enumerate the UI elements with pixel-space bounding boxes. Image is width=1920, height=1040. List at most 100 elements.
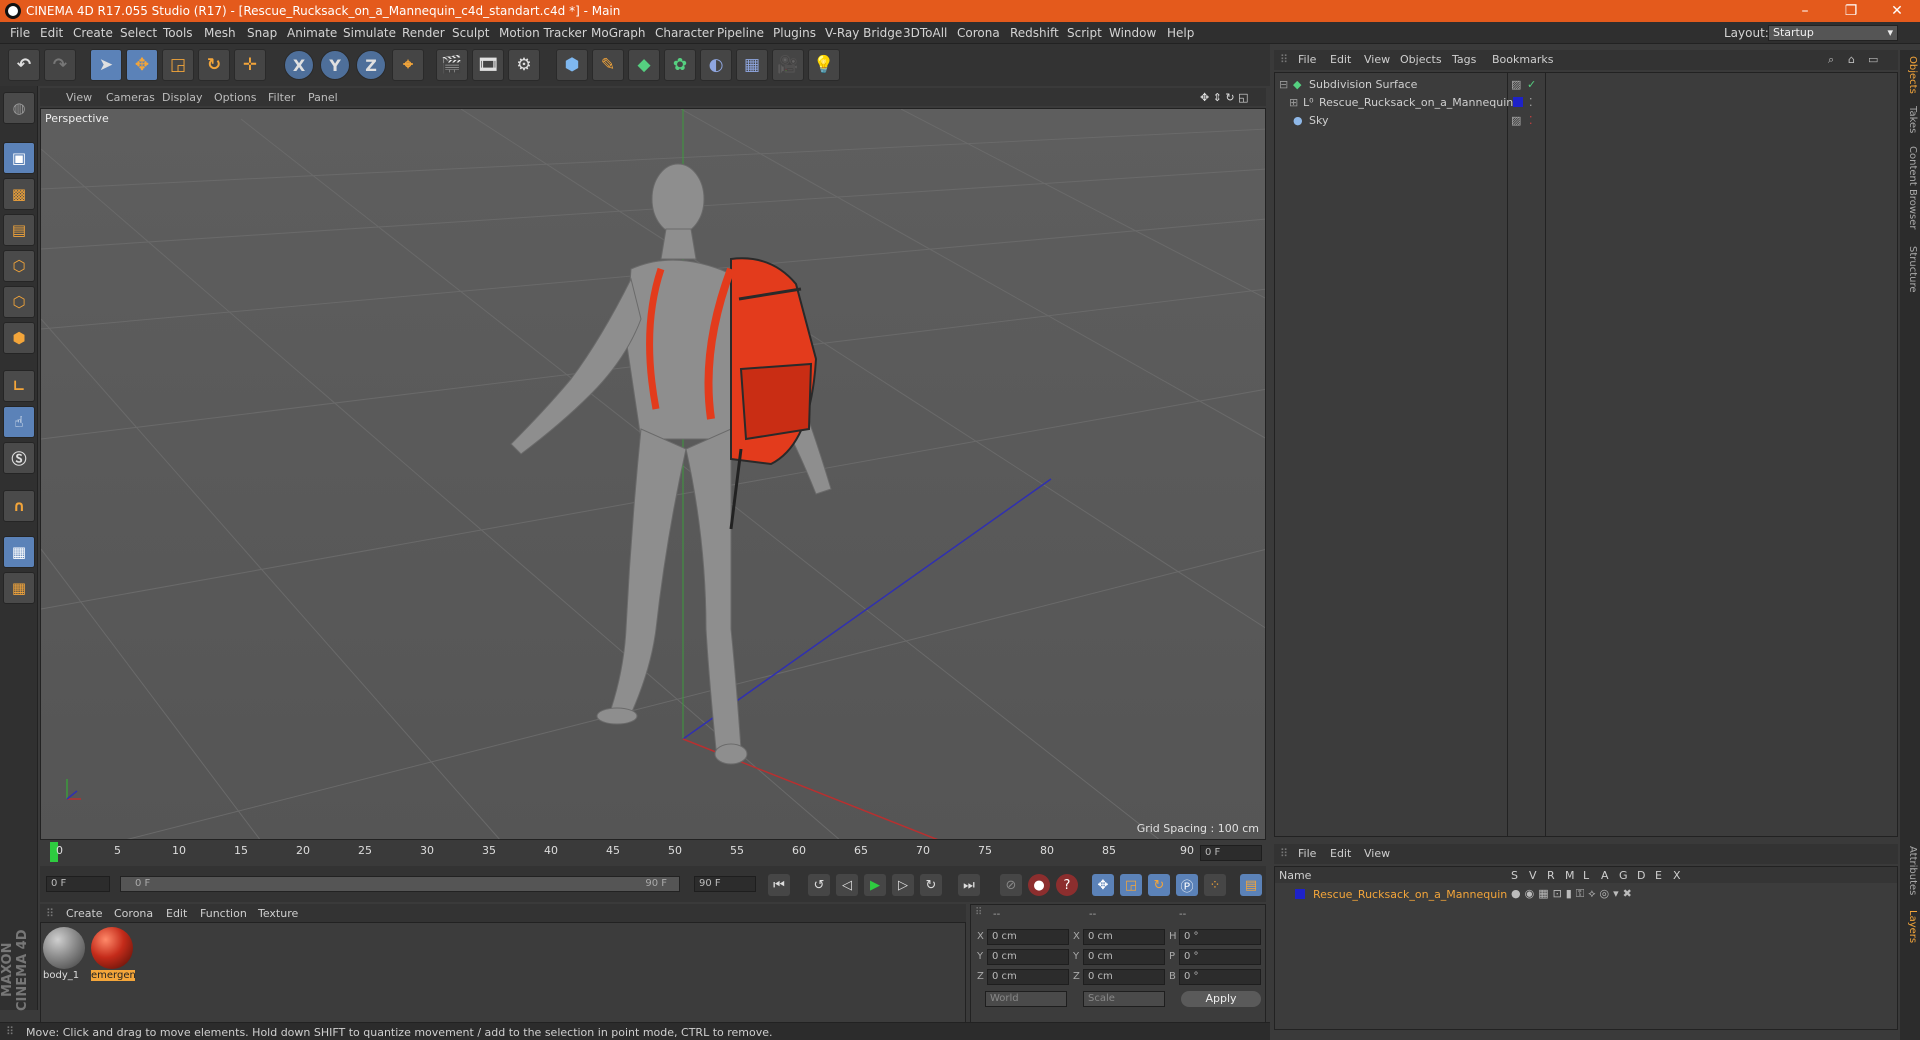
undo-button[interactable]: ↶ [8,49,40,81]
size-z-field[interactable]: 0 cm [1083,969,1165,985]
next-frame-icon[interactable]: ▷ [892,874,914,896]
tab-structure[interactable]: Structure [1902,246,1918,293]
layer-row[interactable]: Rescue_Rucksack_on_a_Mannequin ●◉▦⊡▮⚿⟡◎▾… [1275,885,1897,903]
tab-content-browser[interactable]: Content Browser [1902,146,1918,229]
menu-window[interactable]: Window [1109,26,1156,40]
menu-motion-tracker[interactable]: Motion Tracker [499,26,587,40]
rotation-b-field[interactable]: 0 ° [1179,969,1261,985]
layer-menu-edit[interactable]: Edit [1330,847,1351,860]
go-to-start-icon[interactable]: ⏮ [768,874,790,896]
menu-help[interactable]: Help [1167,26,1194,40]
key-rotation-icon[interactable]: ↻ [1148,874,1170,896]
layer-menu-file[interactable]: File [1298,847,1316,860]
menu-render[interactable]: Render [402,26,445,40]
menu-select[interactable]: Select [120,26,157,40]
key-position-icon[interactable]: ✥ [1092,874,1114,896]
search-icon[interactable]: ⌕ [1828,53,1834,67]
visibility-dots-icon[interactable]: ⁚ [1529,96,1533,109]
layer-col-xref[interactable]: X [1673,869,1681,882]
viewport-menu-options[interactable]: Options [214,91,256,104]
menu-redshift[interactable]: Redshift [1010,26,1059,40]
position-x-field[interactable]: 0 cm [987,929,1069,945]
viewport-menu-panel[interactable]: Panel [308,91,338,104]
position-z-field[interactable]: 0 cm [987,969,1069,985]
menu-tools[interactable]: Tools [163,26,193,40]
camera-button[interactable]: 🎥 [772,49,804,81]
menu-sculpt[interactable]: Sculpt [452,26,489,40]
redo-button[interactable]: ↷ [44,49,76,81]
floor-button[interactable]: ▦ [736,49,768,81]
mat-menu-edit[interactable]: Edit [166,907,187,920]
rotate-tool-button[interactable]: ↻ [198,49,230,81]
menu-create[interactable]: Create [73,26,113,40]
material-swatch[interactable]: emergen [91,927,135,983]
lock-workplane-icon[interactable]: ▦ [3,536,35,568]
deformer-button[interactable]: ◐ [700,49,732,81]
layer-col-animation[interactable]: A [1601,869,1609,882]
visibility-dots-icon[interactable]: ⁚ [1529,114,1533,127]
enabled-check-icon[interactable]: ✓ [1527,78,1536,91]
recent-tools-button[interactable]: ✛ [234,49,266,81]
polygons-mode-icon[interactable]: ⬢ [3,322,35,354]
snap-icon[interactable]: Ⓢ [3,442,35,474]
coordinate-system-button[interactable]: ⌖ [392,49,424,81]
menu-snap[interactable]: Snap [247,26,277,40]
viewport-navigation-icons[interactable]: ✥ ⇕ ↻ ◱ [1200,91,1249,104]
render-picture-viewer-button[interactable]: 🎞 [472,49,504,81]
layer-tag-icon[interactable]: ▨ [1511,114,1521,127]
layer-color-swatch[interactable] [1295,889,1305,899]
tab-takes[interactable]: Takes [1902,106,1918,133]
object-row[interactable]: ● Sky ▨ ⁚ [1275,111,1897,129]
viewport-menu-display[interactable]: Display [162,91,203,104]
layer-col-generators[interactable]: G [1619,869,1628,882]
cloner-button[interactable]: ✿ [664,49,696,81]
tab-objects[interactable]: Objects [1902,56,1918,94]
planar-workplane-icon[interactable]: ▦ [3,572,35,604]
mat-menu-corona[interactable]: Corona [114,907,153,920]
scale-tool-button[interactable]: ◲ [162,49,194,81]
play-icon[interactable]: ▶ [864,874,886,896]
object-row[interactable]: ⊟ ◆ Subdivision Surface ▨ ✓ [1275,75,1897,93]
om-menu-edit[interactable]: Edit [1330,53,1351,66]
menu-corona[interactable]: Corona [957,26,1000,40]
pen-spline-button[interactable]: ✎ [592,49,624,81]
texture-mode-icon[interactable]: ▩ [3,178,35,210]
layer-col-expressions[interactable]: E [1655,869,1662,882]
motion-record-icon[interactable]: ⊘ [1000,874,1022,896]
tweak-mode-icon[interactable]: ☝ [3,406,35,438]
menu-pipeline[interactable]: Pipeline [717,26,764,40]
end-frame-field[interactable]: 90 F [694,876,756,892]
workplane-mode-icon[interactable]: ▤ [3,214,35,246]
mat-menu-function[interactable]: Function [200,907,247,920]
collapse-icon[interactable]: ⊟ [1279,78,1288,91]
layer-tag-icon[interactable]: ▨ [1511,78,1521,91]
new-window-icon[interactable]: ▭ [1868,53,1878,66]
layer-menu-view[interactable]: View [1364,847,1390,860]
start-frame-field[interactable]: 0 F [46,876,110,892]
menu-simulate[interactable]: Simulate [343,26,396,40]
edges-mode-icon[interactable]: ⬡ [3,286,35,318]
cube-object-button[interactable]: ⬢ [556,49,588,81]
render-settings-button[interactable]: ⚙ [508,49,540,81]
menu-plugins[interactable]: Plugins [773,26,816,40]
om-menu-bookmarks[interactable]: Bookmarks [1492,53,1553,66]
subdivision-surface-button[interactable]: ◆ [628,49,660,81]
rotation-h-field[interactable]: 0 ° [1179,929,1261,945]
menu-script[interactable]: Script [1067,26,1102,40]
size-y-field[interactable]: 0 cm [1083,949,1165,965]
layer-col-manager[interactable]: M [1565,869,1575,882]
model-mode-icon[interactable]: ▣ [3,142,35,174]
position-y-field[interactable]: 0 cm [987,949,1069,965]
key-parameter-icon[interactable]: Ⓟ [1176,874,1198,896]
previous-frame-icon[interactable]: ◁ [836,874,858,896]
previous-key-icon[interactable]: ↺ [808,874,830,896]
menu-mograph[interactable]: MoGraph [591,26,646,40]
minimize-button[interactable]: – [1782,0,1828,22]
autokey-icon[interactable]: ? [1056,874,1078,896]
timeline-ruler[interactable]: 0 5 10 15 20 25 30 35 40 45 50 55 60 65 … [40,842,1266,864]
timeline-window-icon[interactable]: ▤ [1240,874,1262,896]
move-tool-button[interactable]: ✥ [126,49,158,81]
z-axis-lock-button[interactable]: Z [356,50,386,80]
live-selection-button[interactable]: ➤ [90,49,122,81]
om-menu-view[interactable]: View [1364,53,1390,66]
